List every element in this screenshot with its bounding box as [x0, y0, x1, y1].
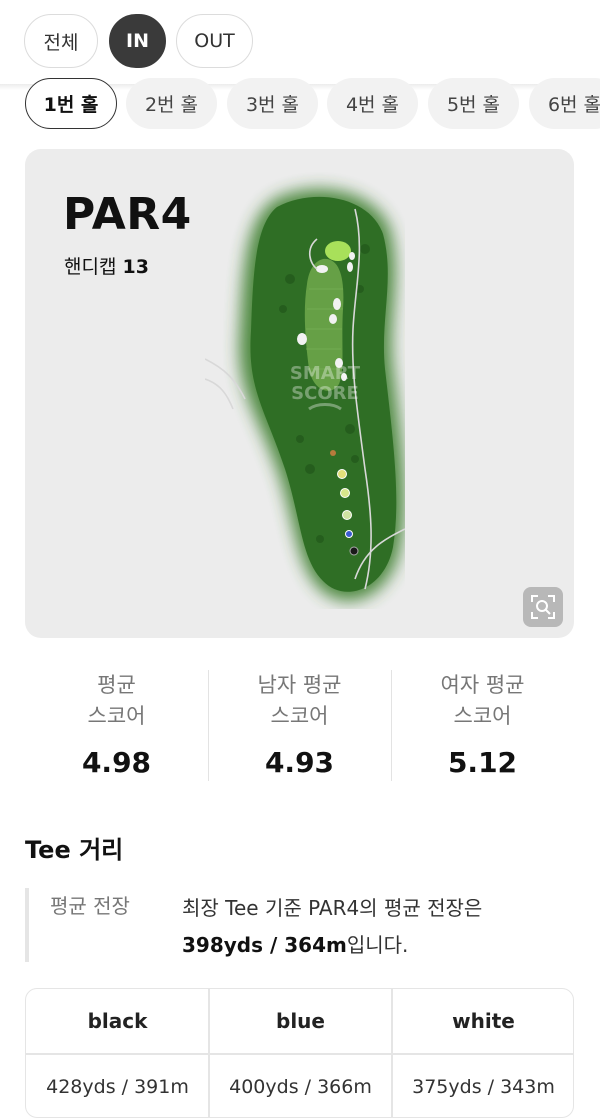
tee-table: black blue white 428yds / 391m 400yds / … — [25, 988, 574, 1118]
filter-in[interactable]: IN — [109, 14, 166, 68]
hole-card: PAR4 핸디캡 13 SMART SCORE — [25, 149, 574, 638]
stat-label-line1: 남자 평균 — [257, 673, 342, 697]
tee-value-black: 428yds / 391m — [46, 1076, 189, 1098]
watermark-smart: SMART — [290, 363, 361, 384]
handicap: 핸디캡 13 — [64, 252, 149, 279]
tee-header-blue: blue — [276, 1009, 325, 1033]
tee-header-black: black — [87, 1009, 148, 1033]
average-length-text-1: 최장 Tee 기준 PAR4의 평균 전장은 — [182, 896, 483, 920]
stat-label-line2: 스코어 — [270, 704, 329, 728]
average-length-text: 최장 Tee 기준 PAR4의 평균 전장은 398yds / 364m입니다. — [182, 890, 562, 964]
average-length-box: 평균 전장 최장 Tee 기준 PAR4의 평균 전장은 398yds / 36… — [25, 888, 578, 962]
tee-distance-title: Tee 거리 — [25, 836, 124, 864]
average-length-value: 398yds / 364m — [182, 933, 347, 957]
tab-hole-5[interactable]: 5번 홀 — [428, 78, 519, 129]
tee-header-white: white — [452, 1009, 515, 1033]
filter-all[interactable]: 전체 — [24, 14, 98, 68]
stat-value: 4.98 — [81, 746, 152, 779]
tee-value-white: 375yds / 343m — [412, 1076, 555, 1098]
stat-male-average: 남자 평균 스코어 4.93 — [208, 670, 391, 779]
tab-hole-3[interactable]: 3번 홀 — [227, 78, 318, 129]
tee-value-blue: 400yds / 366m — [229, 1076, 372, 1098]
tab-hole-6[interactable]: 6번 홀 — [529, 78, 600, 129]
par-value: PAR4 — [63, 189, 192, 240]
stat-label-line1: 여자 평균 — [440, 673, 525, 697]
stat-label-line1: 평균 — [97, 673, 136, 697]
handicap-value: 13 — [122, 256, 149, 278]
tab-hole-2[interactable]: 2번 홀 — [126, 78, 217, 129]
average-length-text-2: 입니다. — [346, 933, 409, 957]
tab-hole-4[interactable]: 4번 홀 — [327, 78, 418, 129]
stat-label-line2: 스코어 — [87, 704, 146, 728]
tab-hole-1[interactable]: 1번 홀 — [25, 78, 117, 129]
watermark-score: SCORE — [291, 383, 359, 404]
stat-average: 평균 스코어 4.98 — [25, 670, 208, 779]
filter-bar: 전체 IN OUT — [0, 0, 600, 84]
green — [325, 241, 351, 261]
zoom-icon — [531, 595, 555, 619]
average-length-label: 평균 전장 — [50, 894, 130, 918]
stat-value: 5.12 — [447, 746, 518, 779]
handicap-label: 핸디캡 — [64, 256, 117, 278]
zoom-button[interactable] — [523, 587, 563, 627]
stat-label-line2: 스코어 — [453, 704, 512, 728]
stat-female-average: 여자 평균 스코어 5.12 — [391, 670, 574, 779]
filter-out[interactable]: OUT — [176, 14, 253, 68]
hole-map: SMART SCORE — [205, 189, 405, 601]
stat-value: 4.93 — [264, 746, 335, 779]
